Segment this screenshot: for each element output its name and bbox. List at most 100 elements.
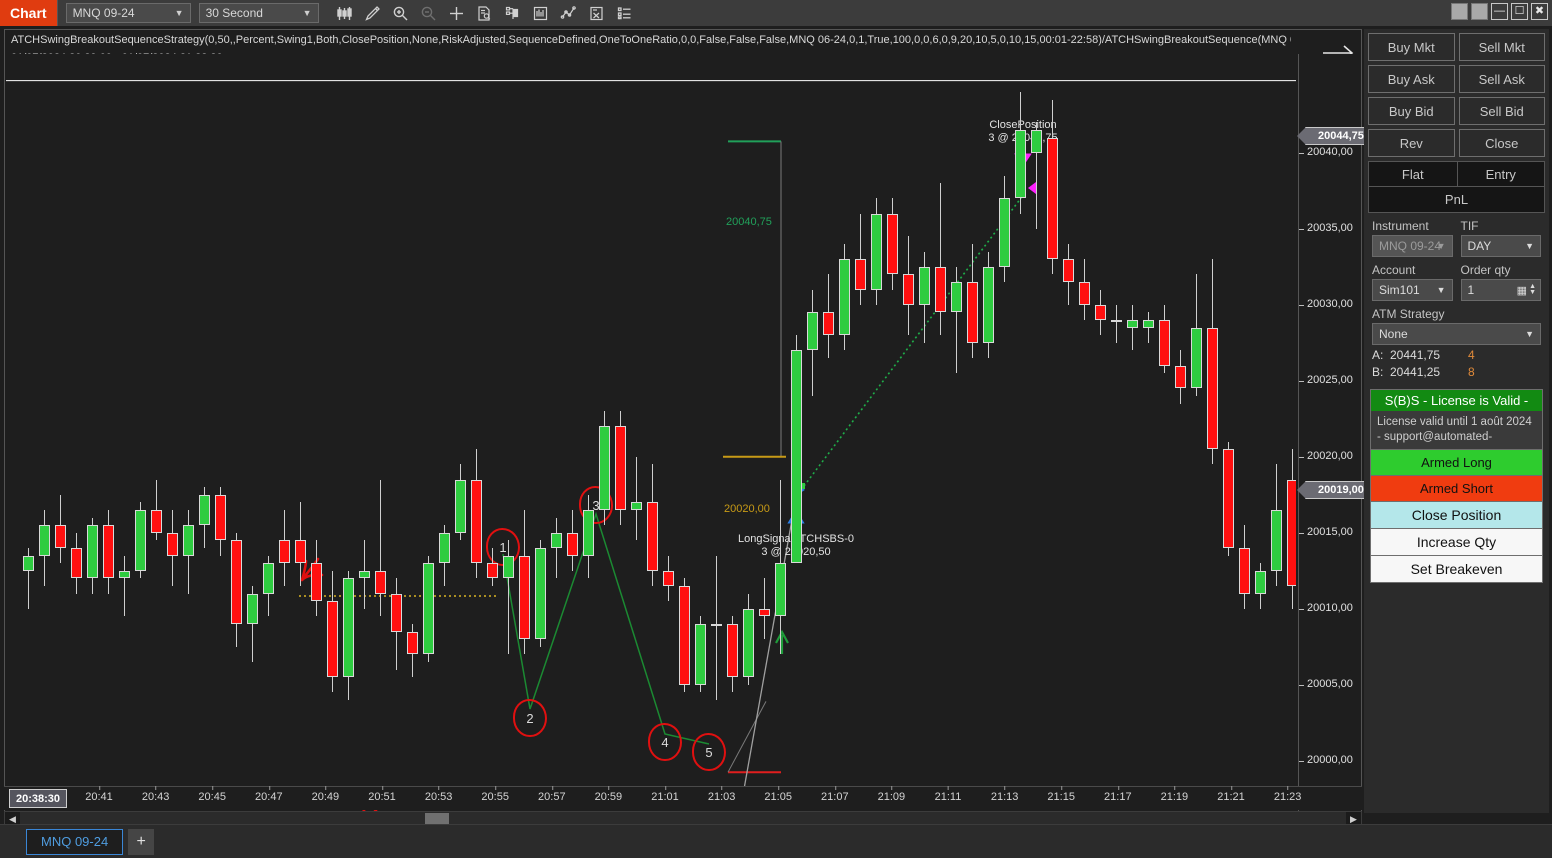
time-tick: 21:03 xyxy=(708,786,735,803)
draw-pencil-icon[interactable] xyxy=(359,0,387,26)
ask-price: 20441,75 xyxy=(1390,348,1441,362)
candle xyxy=(998,175,1010,282)
candle xyxy=(310,540,322,617)
account-select[interactable]: Sim101 ▼ xyxy=(1372,279,1453,301)
candle xyxy=(742,593,754,685)
set-breakeven-button[interactable]: Set Breakeven xyxy=(1371,555,1542,582)
candle xyxy=(390,578,402,670)
restore-small-icon[interactable] xyxy=(1451,3,1468,20)
chevron-down-icon: ▼ xyxy=(1436,241,1446,251)
sell-ask-button[interactable]: Sell Ask xyxy=(1458,65,1545,93)
tif-select[interactable]: DAY ▼ xyxy=(1460,235,1541,257)
pnl-button[interactable]: PnL xyxy=(1368,187,1545,213)
time-tick: 21:23 xyxy=(1274,786,1301,803)
close-position-button[interactable]: Close Position xyxy=(1371,501,1542,528)
candle xyxy=(550,517,562,579)
time-tick: 20:47 xyxy=(255,786,283,803)
restore-small2-icon[interactable] xyxy=(1471,3,1488,20)
candle xyxy=(1046,99,1058,275)
price-axis[interactable]: 20040,00 20035,00 20030,00 20025,00 20020,00… xyxy=(1297,54,1370,814)
stepper-arrows-icon[interactable]: ▲ ▼ xyxy=(1529,283,1536,296)
buy-ask-button[interactable]: Buy Ask xyxy=(1368,65,1455,93)
list-icon[interactable] xyxy=(611,0,639,26)
tif-label: TIF xyxy=(1460,219,1479,233)
candle xyxy=(886,198,898,290)
buy-mkt-button[interactable]: Buy Mkt xyxy=(1368,33,1455,61)
candle xyxy=(166,510,178,586)
atm-strategy-select[interactable]: None ▼ xyxy=(1372,323,1541,345)
candle xyxy=(630,456,642,541)
target-level-label: 20040,75 xyxy=(726,216,772,228)
entry-level-label: 20020,00 xyxy=(724,503,770,515)
candle xyxy=(1030,122,1042,229)
candle xyxy=(470,449,482,579)
crosshair-icon[interactable] xyxy=(443,0,471,26)
chevron-down-icon: ▼ xyxy=(174,8,184,18)
candle xyxy=(518,510,530,655)
candle xyxy=(1094,289,1106,336)
candle xyxy=(1238,525,1250,609)
entry-button[interactable]: Entry xyxy=(1456,161,1545,187)
bottom-tab-bar: MNQ 09-24 + xyxy=(0,824,1552,858)
strategy-icon[interactable] xyxy=(499,0,527,26)
candle xyxy=(182,510,194,594)
candle xyxy=(902,236,914,336)
candle xyxy=(374,479,386,617)
candle xyxy=(1190,274,1202,396)
armed-long-button[interactable]: Armed Long xyxy=(1371,449,1542,475)
toolbar-period-select[interactable]: 30 Second ▼ xyxy=(198,3,319,23)
zoom-in-icon[interactable] xyxy=(387,0,415,26)
candle xyxy=(598,411,610,526)
chart-panel[interactable]: ATCHSwingBreakoutSequenceStrategy(0,50,,… xyxy=(4,29,1370,814)
candle xyxy=(918,251,930,343)
data-box-icon[interactable] xyxy=(471,0,499,26)
calculator-icon[interactable]: ▦ xyxy=(1517,284,1527,297)
order-entry-panel[interactable]: Buy Mkt Sell Mkt Buy Ask Sell Ask Buy Bid Sel… xyxy=(1364,29,1549,813)
swing-marker: 4 xyxy=(648,723,682,761)
reverse-button[interactable]: Rev xyxy=(1368,129,1455,157)
drawings-icon[interactable] xyxy=(555,0,583,26)
candle xyxy=(838,244,850,351)
time-tick: 21:01 xyxy=(651,786,679,803)
buy-bid-button[interactable]: Buy Bid xyxy=(1368,97,1455,125)
ask-key: A: xyxy=(1372,348,1384,362)
tab-mnq-09-24[interactable]: MNQ 09-24 xyxy=(26,828,124,855)
candle xyxy=(22,548,34,609)
license-body: License valid until 1 août 2024 - suppor… xyxy=(1371,411,1542,449)
time-tick: 21:15 xyxy=(1047,786,1075,803)
bid-price: 20441,25 xyxy=(1390,365,1441,379)
time-tick: 20:53 xyxy=(425,786,452,803)
instrument-select[interactable]: MNQ 09-24 ▼ xyxy=(1372,235,1453,257)
order-qty-stepper[interactable]: 1 ▦ ▲ ▼ xyxy=(1460,279,1541,301)
candle xyxy=(422,555,434,662)
license-header: S(B)S - License is Valid - xyxy=(1371,390,1542,411)
properties-icon[interactable] xyxy=(583,0,611,26)
add-tab-button[interactable]: + xyxy=(128,828,155,855)
candle xyxy=(758,578,770,640)
increase-qty-button[interactable]: Increase Qty xyxy=(1371,528,1542,555)
sell-mkt-button[interactable]: Sell Mkt xyxy=(1458,33,1545,61)
toolbar-instrument-select[interactable]: MNQ 09-24 ▼ xyxy=(65,3,191,23)
time-axis-first-label: 20:38:30 xyxy=(9,789,68,808)
time-tick: 21:13 xyxy=(991,786,1018,803)
zoom-out-icon xyxy=(415,0,443,26)
time-tick: 21:17 xyxy=(1104,786,1132,803)
bar-type-icon[interactable] xyxy=(331,0,359,26)
candle xyxy=(662,555,674,602)
sell-bid-button[interactable]: Sell Bid xyxy=(1458,97,1545,125)
time-axis[interactable]: 20:38:30 20:41 20:43 20:45 20:47 20:49 20:51 2… xyxy=(4,786,1362,810)
armed-short-button[interactable]: Armed Short xyxy=(1371,475,1542,501)
maximize-icon[interactable]: ☐ xyxy=(1511,3,1528,20)
chart-plot-area[interactable]: 20040,75 20020,00 19999,25 ClosePosition… xyxy=(6,54,1296,814)
candle xyxy=(358,540,370,609)
candle xyxy=(1270,464,1282,586)
order-qty-label: Order qty xyxy=(1460,263,1511,277)
time-tick: 20:55 xyxy=(481,786,509,803)
candle xyxy=(678,578,690,693)
candle xyxy=(726,616,738,693)
flat-button[interactable]: Flat xyxy=(1368,161,1457,187)
indicators-icon[interactable] xyxy=(527,0,555,26)
minimize-icon[interactable]: — xyxy=(1491,3,1508,20)
close-icon[interactable]: ✖ xyxy=(1531,3,1548,20)
close-button[interactable]: Close xyxy=(1458,129,1545,157)
